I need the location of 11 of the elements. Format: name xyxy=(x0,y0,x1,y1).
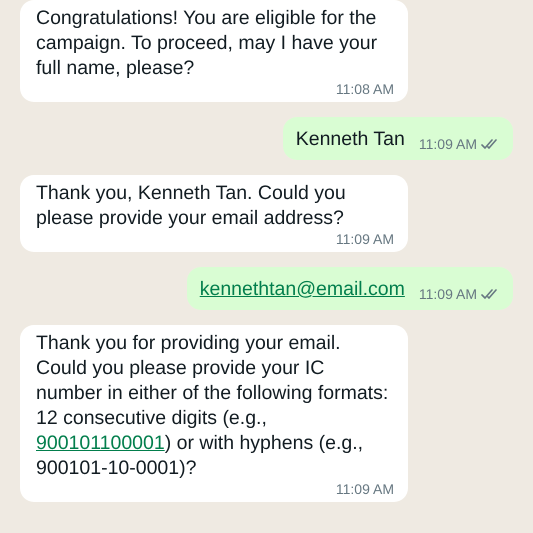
message-time: 11:09 AM xyxy=(418,136,477,152)
message-time: 11:09 AM xyxy=(336,481,394,497)
message-text: Thank you for providing your email. Could you please provide your IC number in either of the following formats: 12 consecutive digits (e.g., 900101100001) or with hyphens (e.g., 900101-10-0001)? xyxy=(36,331,390,481)
message-text: Congratulations! You are eligible for the campaign. To proceed, may I have your full name, please? xyxy=(36,6,378,81)
message-time: 11:09 AM xyxy=(418,286,477,302)
email-link[interactable]: kennethtan@email.com xyxy=(200,278,405,300)
message-text: Thank you, Kenneth Tan. Could you please provide your email address? xyxy=(36,181,347,231)
message-time: 11:08 AM xyxy=(336,81,394,97)
message-text: Kenneth Tan xyxy=(296,127,405,152)
link[interactable]: 900101100001 xyxy=(36,432,165,454)
message-time: 11:09 AM xyxy=(336,231,394,247)
